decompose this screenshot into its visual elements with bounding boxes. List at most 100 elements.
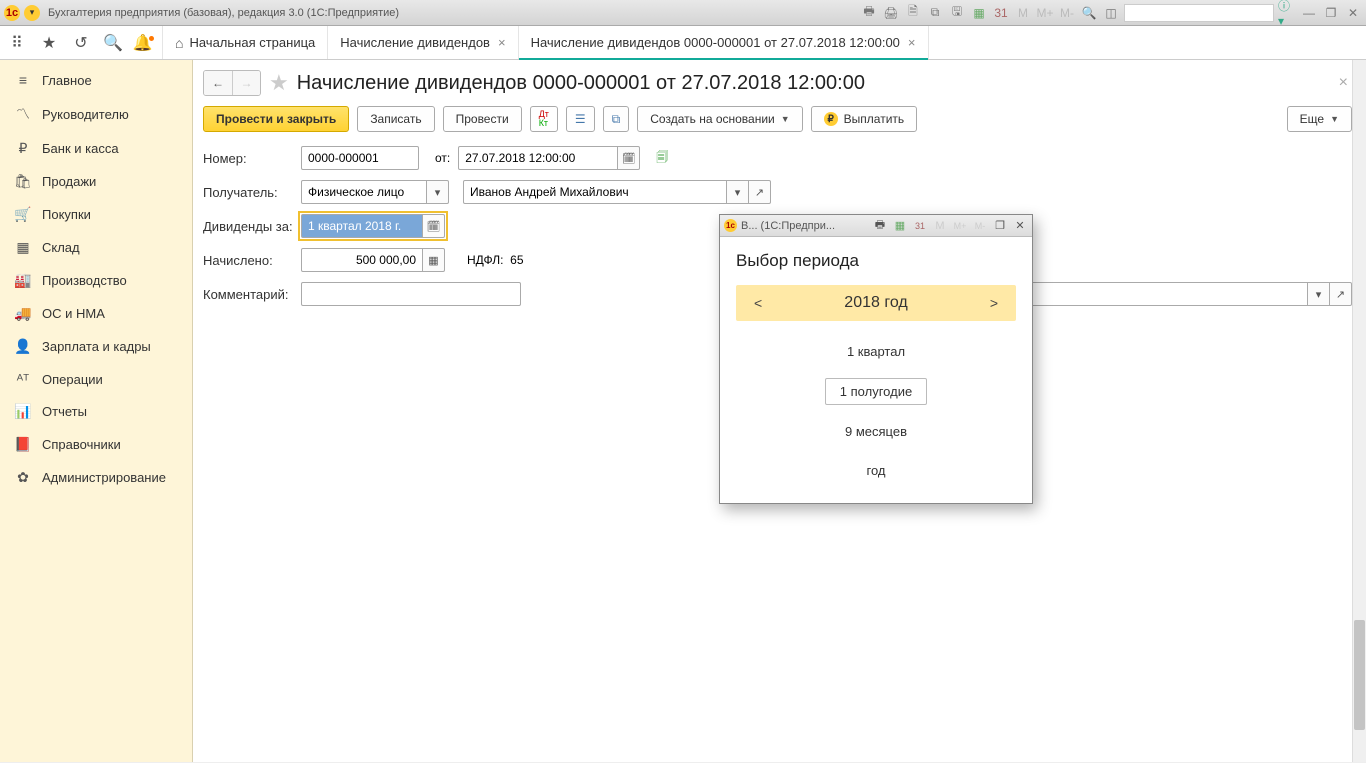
titlebar-search[interactable] [1124,4,1274,22]
tabs-bar: ⠿ ★ ↺ 🔍 🔔 ⌂ Начальная страница Начислени… [0,26,1366,60]
accrued-input[interactable] [301,248,423,272]
popup-restore-icon[interactable]: ❐ [992,218,1008,234]
history-icon[interactable]: ↺ [72,34,90,52]
nav-back-button[interactable]: ← [204,71,232,95]
post-button[interactable]: Провести [443,106,522,132]
tab-close-icon[interactable]: × [908,35,916,50]
period-label: Дивиденды за: [203,219,293,234]
recipient-name-input[interactable] [463,180,727,204]
dropdown-icon[interactable]: ▾ [727,180,749,204]
popup-calendar-icon[interactable]: 31 [912,218,928,234]
calendar-icon[interactable]: 31 [992,4,1010,22]
mplus-icon[interactable]: M+ [1036,4,1054,22]
comment-input[interactable] [301,282,521,306]
sidebar-item-hr[interactable]: 👤Зарплата и кадры [0,330,192,363]
book-icon: 📕 [14,436,32,453]
open-icon[interactable]: ↗ [1330,282,1352,306]
popup-print-icon[interactable]: 🖶 [872,218,888,234]
save-disk-icon[interactable]: 🖫 [948,4,966,22]
sidebar-item-sales[interactable]: 🛍Продажи [0,165,192,198]
sidebar-item-purchases[interactable]: 🛒Покупки [0,198,192,231]
from-label: от: [435,151,450,165]
sidebar-item-main[interactable]: ≡Главное [0,64,192,96]
dtkt-button[interactable]: ДтКт [530,106,558,132]
popup-titlebar: 1c В... (1С:Предпри... 🖶 ▦ 31 M M+ M- ❐ … [720,215,1032,237]
page-close-icon[interactable]: × [1335,70,1352,96]
sidebar-item-catalogs[interactable]: 📕Справочники [0,428,192,461]
post-and-close-button[interactable]: Провести и закрыть [203,106,349,132]
save-button[interactable]: Записать [357,106,434,132]
period-option-q1[interactable]: 1 квартал [833,339,919,364]
tab-dividends-list[interactable]: Начисление дивидендов × [328,26,518,59]
period-picker-icon[interactable]: 🗓 [423,214,445,238]
sidebar-item-bank[interactable]: ₽Банк и касса [0,132,192,165]
year-prev-button[interactable]: < [754,295,762,311]
sidebar-item-admin[interactable]: ✿Администрирование [0,461,192,494]
year-next-button[interactable]: > [990,295,998,311]
help-icon[interactable]: ⓘ ▾ [1278,4,1296,22]
calc-icon[interactable]: ▦ [970,4,988,22]
relations-button[interactable]: ⧉ [603,106,630,132]
more-button[interactable]: Еще▼ [1287,106,1352,132]
tab-close-icon[interactable]: × [498,35,506,50]
scroll-thumb[interactable] [1354,620,1365,730]
m-icon[interactable]: M [1014,4,1032,22]
ruble-icon: ₽ [14,140,32,157]
bars-icon: 📊 [14,403,32,420]
sidebar-item-production[interactable]: 🏭Производство [0,264,192,297]
zoom-icon[interactable]: 🔍 [1080,4,1098,22]
dropdown-icon[interactable]: ▾ [427,180,449,204]
app-menu-icon[interactable] [24,5,40,21]
popup-mminus-icon[interactable]: M- [972,218,988,234]
calc-icon[interactable]: ▦ [423,248,445,272]
popup-m-icon[interactable]: M [932,218,948,234]
app-titlebar: 1c Бухгалтерия предприятия (базовая), ре… [0,0,1366,26]
date-picker-icon[interactable]: 🗓 [618,146,640,170]
sidebar-item-operations[interactable]: ᴬᵀОперации [0,363,192,395]
chart-icon: 〽 [14,104,32,124]
dropdown-icon[interactable]: ▾ [1308,282,1330,306]
status-ok-icon[interactable]: 🗐 [656,148,668,169]
popup-close-icon[interactable]: ✕ [1012,218,1028,234]
doc-icon[interactable]: 🗎 [904,4,922,22]
recipient-type-input[interactable] [301,180,427,204]
sidebar-item-assets[interactable]: 🚚ОС и НМА [0,297,192,330]
date-input[interactable] [458,146,618,170]
period-input[interactable] [301,214,423,238]
pay-button[interactable]: ₽Выплатить [811,106,918,132]
apps-icon[interactable]: ⠿ [8,34,26,52]
print-icon[interactable]: 🖶 [860,4,878,22]
app-icon: 1c [724,219,737,232]
mminus-icon[interactable]: M- [1058,4,1076,22]
gear-icon: ✿ [14,469,32,486]
dtkt-icon: ᴬᵀ [14,371,32,387]
restore-icon[interactable]: ❐ [1322,4,1340,22]
vertical-scrollbar[interactable] [1352,60,1366,762]
popup-mplus-icon[interactable]: M+ [952,218,968,234]
tab-dividends-doc[interactable]: Начисление дивидендов 0000-000001 от 27.… [519,26,929,59]
nav-forward-button[interactable]: → [232,71,260,95]
period-option-year[interactable]: год [853,458,900,483]
period-option-half1[interactable]: 1 полугодие [825,378,927,405]
compare-icon[interactable]: ⧉ [926,4,944,22]
bell-icon[interactable]: 🔔 [136,34,154,52]
tab-home[interactable]: ⌂ Начальная страница [163,26,328,59]
number-input[interactable] [301,146,419,170]
factory-icon: 🏭 [14,272,32,289]
close-icon[interactable]: ✕ [1344,4,1362,22]
open-icon[interactable]: ↗ [749,180,771,204]
star-icon[interactable]: ★ [40,34,58,52]
sidebar-item-manager[interactable]: 〽Руководителю [0,96,192,132]
search-icon[interactable]: 🔍 [104,34,122,52]
minimize-icon[interactable]: — [1300,4,1318,22]
structure-button[interactable]: ☰ [566,106,595,132]
panels-icon[interactable]: ◫ [1102,4,1120,22]
printer-icon[interactable]: 🖨 [882,4,900,22]
favorite-star-icon[interactable]: ★ [269,70,289,96]
create-based-button[interactable]: Создать на основании▼ [637,106,802,132]
popup-calc-icon[interactable]: ▦ [892,218,908,234]
sidebar-item-reports[interactable]: 📊Отчеты [0,395,192,428]
period-option-9m[interactable]: 9 месяцев [831,419,921,444]
popup-title-text: В... (1С:Предпри... [741,220,835,232]
sidebar-item-warehouse[interactable]: ▦Склад [0,231,192,264]
